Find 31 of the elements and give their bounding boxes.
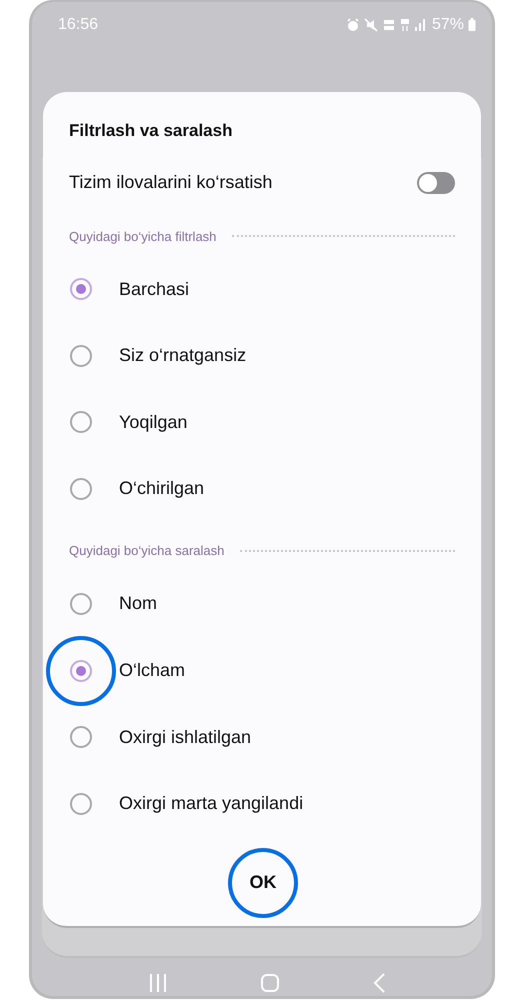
toggle-switch[interactable] <box>417 172 455 194</box>
ok-button[interactable]: OK <box>236 862 290 903</box>
back-nav-icon <box>372 972 386 994</box>
radio-button[interactable] <box>70 726 92 748</box>
section-header: Quyidagi bo‘yicha saralash <box>69 543 224 558</box>
section-header: Quyidagi bo‘yicha filtrlash <box>69 228 216 244</box>
signal-icon <box>414 18 426 32</box>
option-label[interactable]: Oxirgi ishlatilgan <box>119 726 252 748</box>
dialog-title: Filtrlash va saralash <box>69 120 234 142</box>
option-label[interactable]: O‘lcham <box>119 660 186 682</box>
recents-icon <box>148 972 168 994</box>
status-time: 16:56 <box>58 16 98 34</box>
radio-button[interactable] <box>70 478 92 500</box>
mute-icon <box>364 18 378 32</box>
radio-button[interactable] <box>70 592 92 615</box>
radio-button[interactable] <box>70 411 92 434</box>
option-label[interactable]: Siz o‘rnatgansiz <box>119 345 246 366</box>
alarm-icon <box>346 18 360 32</box>
radio-button[interactable] <box>70 344 92 367</box>
battery-percent: 57% <box>432 16 464 34</box>
option-label[interactable]: Oxirgi marta yangilandi <box>119 793 304 814</box>
toggle-label: Tizim ilovalarini ko‘rsatish <box>69 172 272 194</box>
option-label[interactable]: Yoqilgan <box>119 412 188 433</box>
home-icon <box>260 972 280 994</box>
radio-button[interactable] <box>70 660 92 682</box>
battery-icon <box>468 18 476 32</box>
option-label[interactable]: Barchasi <box>119 278 190 300</box>
radio-button[interactable] <box>70 278 92 300</box>
radio-button[interactable] <box>70 792 92 815</box>
option-label[interactable]: O‘chirilgan <box>119 478 204 500</box>
option-label[interactable]: Nom <box>119 593 158 614</box>
